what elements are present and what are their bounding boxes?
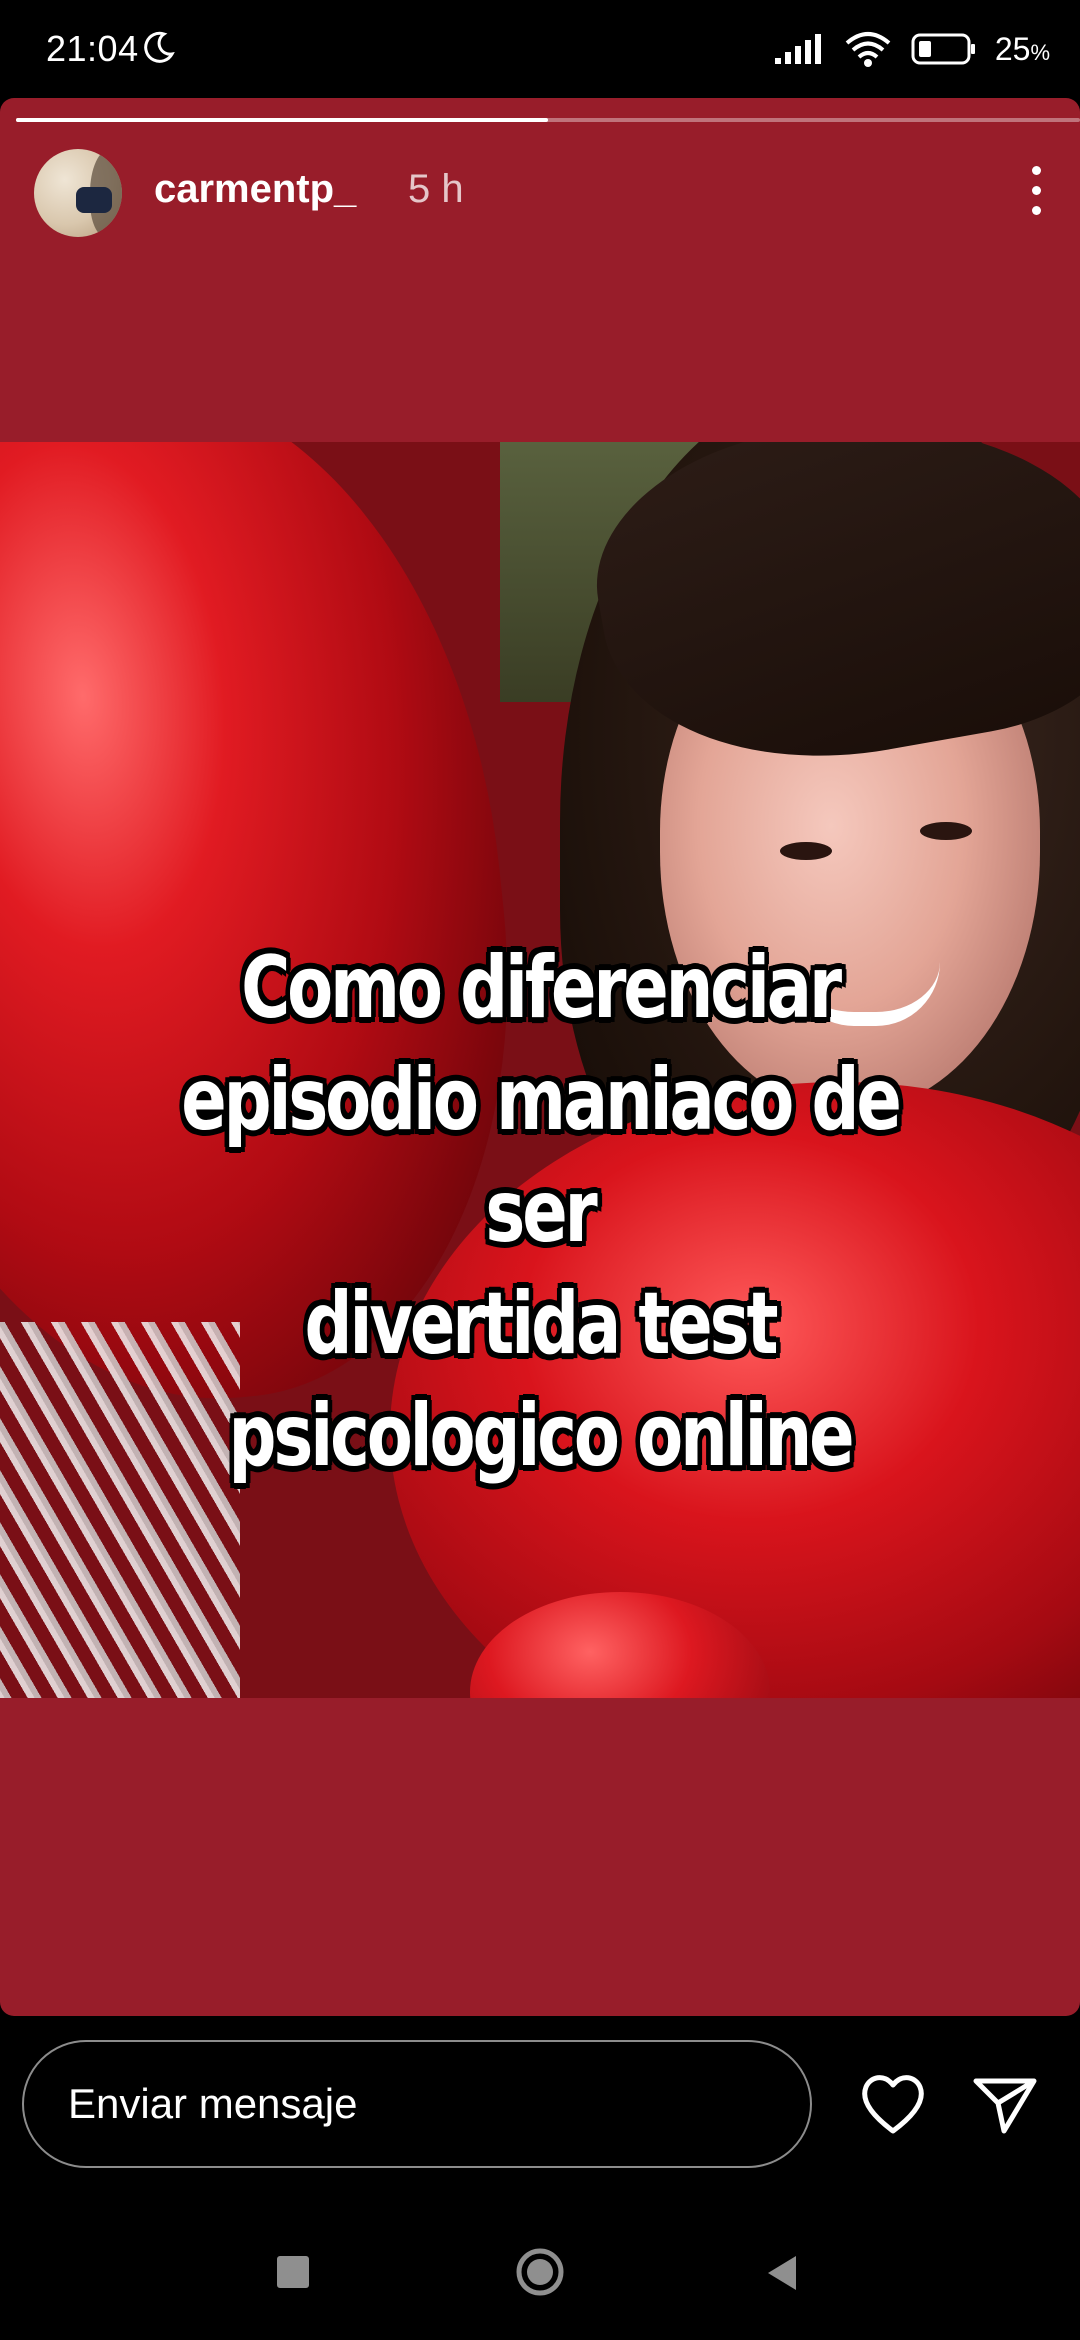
battery-percentage: 25% (994, 30, 1050, 67)
send-icon[interactable] (970, 2071, 1040, 2137)
home-icon[interactable] (515, 2247, 565, 2297)
status-icons: 25% (773, 26, 1050, 72)
story-time-ago: 5 h (408, 167, 464, 211)
moon-icon (144, 31, 175, 63)
signal-icon (774, 34, 821, 64)
story-image: Como diferenciar episodio maniaco de ser… (0, 442, 1080, 1698)
status-time: 21:04 (46, 28, 139, 69)
battery-icon (911, 33, 975, 65)
story-progress-bar (16, 118, 1080, 122)
story-card[interactable]: Como diferenciar episodio maniaco de ser… (0, 98, 1080, 2016)
avatar[interactable] (34, 149, 122, 237)
heart-icon[interactable] (858, 2071, 928, 2137)
more-options-icon[interactable] (1018, 160, 1054, 220)
reply-bar (0, 2016, 1080, 2186)
wifi-icon (845, 32, 891, 67)
person-eye-right (920, 822, 972, 840)
meme-caption: Como diferenciar episodio maniaco de ser… (181, 938, 902, 1486)
story-username[interactable]: carmentp_ (154, 167, 356, 212)
status-bar: 21:04 25% (0, 0, 1080, 100)
back-icon[interactable] (764, 2254, 800, 2292)
story-progress-fill (16, 118, 548, 122)
system-nav-bar (0, 2186, 1080, 2340)
message-input[interactable] (22, 2040, 812, 2168)
person-eye-left (780, 842, 832, 860)
recents-icon[interactable] (277, 2256, 309, 2288)
